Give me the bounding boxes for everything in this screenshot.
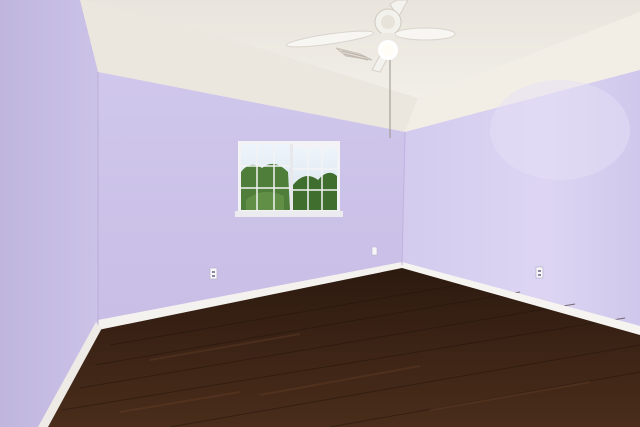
outlet-icon bbox=[371, 246, 378, 256]
window-sill bbox=[235, 211, 343, 217]
window-icon bbox=[235, 141, 343, 217]
room-photo bbox=[0, 0, 640, 427]
outlet-icon bbox=[535, 266, 544, 279]
wall-light-glow bbox=[490, 80, 630, 180]
outlet-icon bbox=[209, 267, 218, 280]
